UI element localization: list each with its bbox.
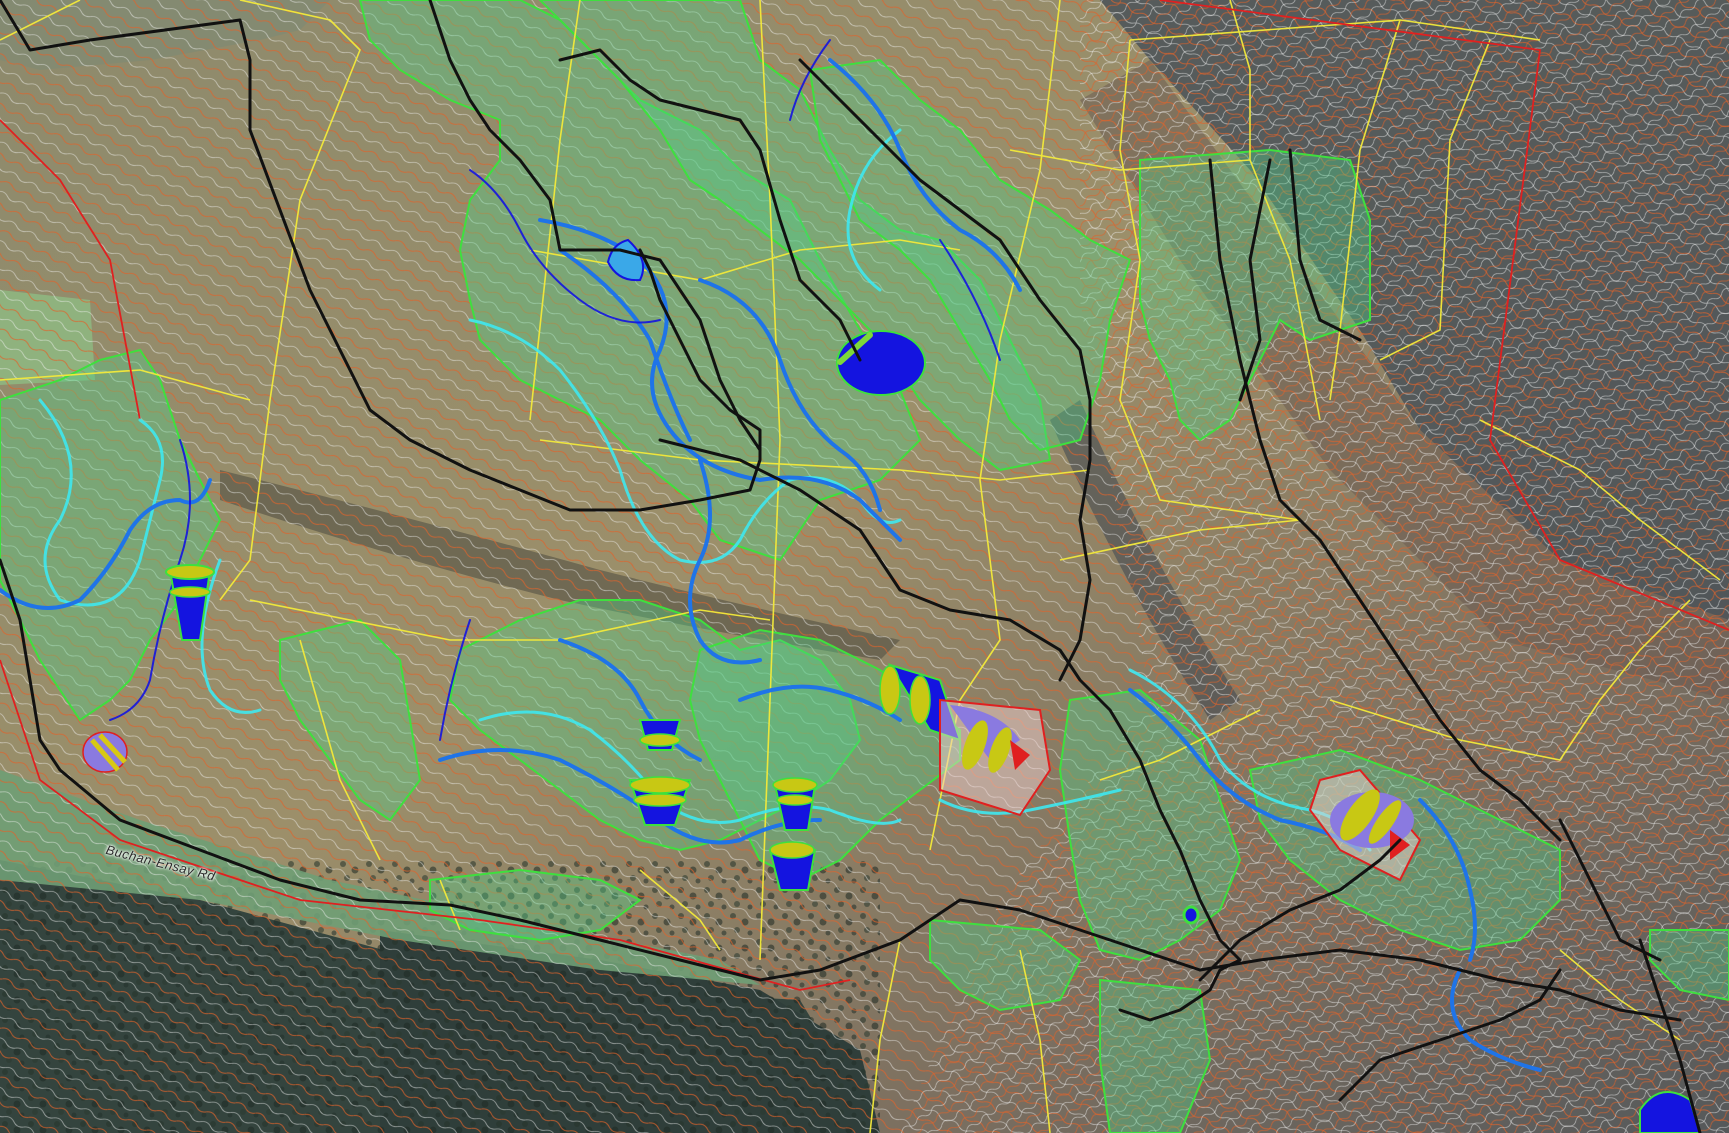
map-canvas[interactable]: Buchan-Ensay Rd [0, 0, 1729, 1133]
map-svg [0, 0, 1729, 1133]
